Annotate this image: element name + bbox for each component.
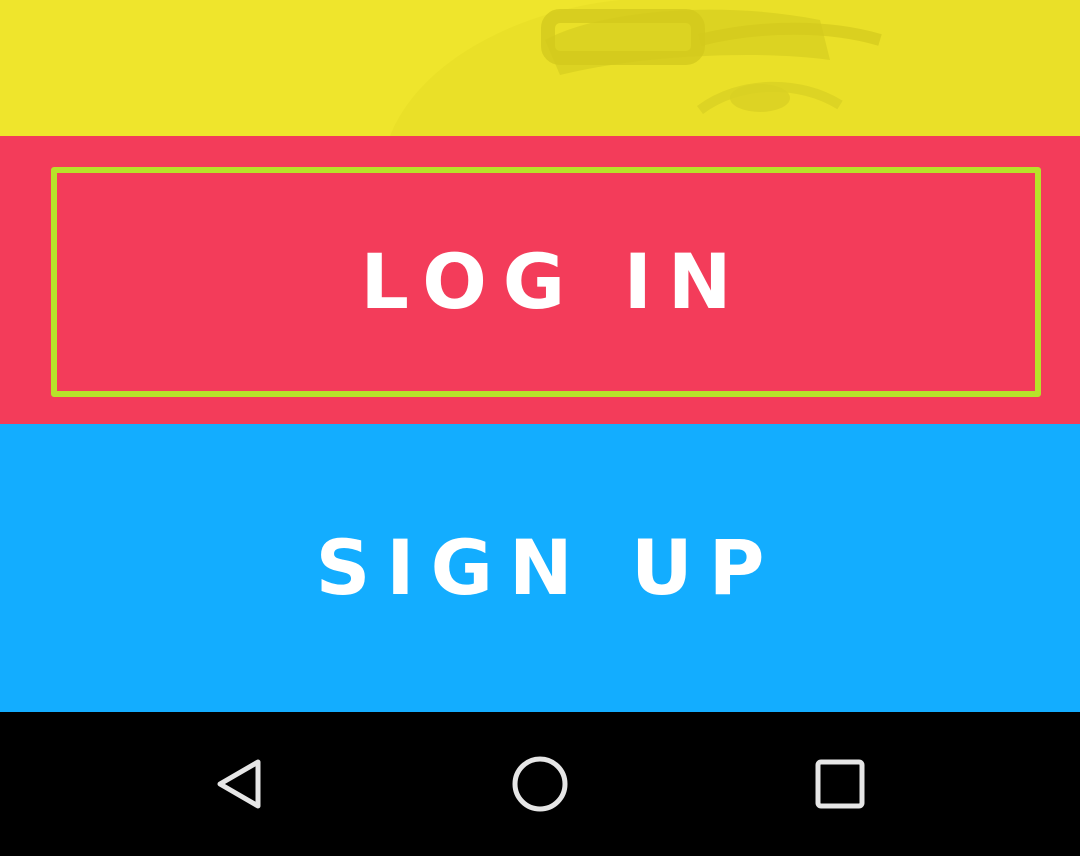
recents-button[interactable] (790, 734, 890, 834)
home-circle-icon (512, 756, 568, 812)
signup-button-label: SIGN UP (315, 523, 781, 612)
back-button[interactable] (190, 734, 290, 834)
hero-image (0, 0, 1080, 136)
system-navigation-bar (0, 712, 1080, 856)
login-button-label: LOG IN (360, 237, 748, 326)
back-triangle-icon (217, 759, 261, 809)
hero-photo-graphic (390, 0, 1080, 136)
login-section: LOG IN (0, 136, 1080, 424)
welcome-screen: LOG IN SIGN UP (0, 0, 1080, 856)
signup-button[interactable]: SIGN UP (0, 424, 1080, 712)
recents-square-icon (815, 759, 865, 809)
login-button[interactable]: LOG IN (51, 167, 1041, 397)
home-button[interactable] (490, 734, 590, 834)
